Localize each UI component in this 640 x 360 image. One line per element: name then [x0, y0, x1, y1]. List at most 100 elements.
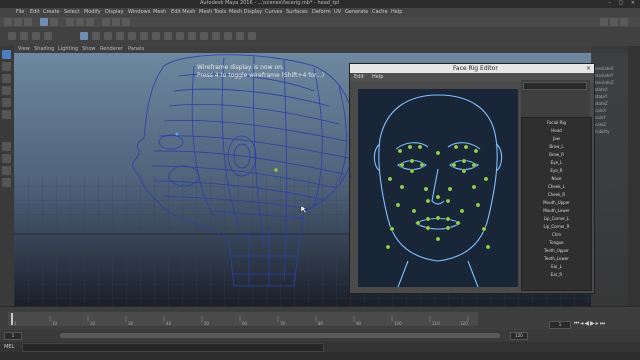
command-language-label[interactable]: MEL	[4, 344, 14, 350]
rig-control-point[interactable]	[455, 220, 461, 226]
shelf-tool-icon[interactable]	[32, 32, 40, 40]
control-list-item[interactable]: Teeth_Lower	[522, 256, 591, 261]
rig-control-point[interactable]	[397, 148, 403, 154]
shelf-tool-icon[interactable]	[92, 32, 100, 40]
rig-control-point[interactable]	[417, 144, 423, 150]
rig-control-point[interactable]	[435, 194, 441, 200]
rig-control-point[interactable]	[445, 198, 451, 204]
control-list-item[interactable]: Eye_R	[522, 168, 591, 173]
rig-control-point[interactable]	[461, 158, 467, 164]
rig-control-point[interactable]	[425, 216, 431, 222]
render-icon[interactable]	[102, 18, 110, 26]
shelf-tool-icon[interactable]	[176, 32, 184, 40]
attribute-editor-icon[interactable]	[600, 18, 608, 26]
rig-control-points[interactable]	[385, 144, 491, 250]
face-rig-menu-help[interactable]: Help	[372, 74, 383, 80]
rig-control-point[interactable]	[461, 168, 467, 174]
shelf-tool-icon[interactable]	[20, 32, 28, 40]
rig-control-point[interactable]	[385, 244, 391, 250]
menu-item-curves[interactable]: Curves	[265, 9, 282, 15]
rig-control-point[interactable]	[447, 186, 453, 192]
rig-control-point[interactable]	[475, 202, 481, 208]
rig-control-point[interactable]	[399, 162, 405, 168]
shelf-tool-icon[interactable]	[164, 32, 172, 40]
control-list-item[interactable]: Mouth_Lower	[522, 208, 591, 213]
rig-control-point[interactable]	[435, 236, 441, 242]
rig-control-point[interactable]	[485, 244, 491, 250]
snap-point-icon[interactable]	[86, 18, 94, 26]
graph-layout-icon[interactable]	[2, 178, 11, 187]
menu-item-mesh[interactable]: Mesh	[153, 9, 166, 15]
control-list-item[interactable]: Cheek_L	[522, 184, 591, 189]
shelf-tool-icon[interactable]	[44, 32, 52, 40]
control-list-item[interactable]: Teeth_Upper	[522, 248, 591, 253]
lasso-tool-icon[interactable]	[2, 62, 11, 71]
shelf-tool-icon[interactable]	[188, 32, 196, 40]
rig-control-point[interactable]	[411, 208, 417, 214]
rig-control-point[interactable]	[471, 162, 477, 168]
menu-item-mesh-tools[interactable]: Mesh Tools	[199, 9, 226, 15]
menu-item-edit-mesh[interactable]: Edit Mesh	[171, 9, 195, 15]
rig-control-point[interactable]	[445, 225, 451, 231]
rig-control-point[interactable]	[463, 144, 469, 150]
rig-control-point[interactable]	[175, 132, 179, 136]
control-list-item[interactable]: Tongue	[522, 240, 591, 245]
rig-control-point[interactable]	[389, 226, 395, 232]
end-frame-field[interactable]: 120	[510, 332, 528, 340]
menu-item-generate[interactable]: Generate	[345, 9, 368, 15]
shelf-tool-icon[interactable]	[140, 32, 148, 40]
rig-control-point[interactable]	[409, 158, 415, 164]
rig-control-point[interactable]	[415, 220, 421, 226]
scale-tool-icon[interactable]	[2, 110, 11, 119]
rig-control-point[interactable]	[435, 150, 441, 156]
snap-grid-icon[interactable]	[66, 18, 74, 26]
viewport-menu-panels[interactable]: Panels	[128, 46, 144, 52]
menu-item-cache[interactable]: Cache	[372, 9, 388, 15]
select-tool-icon[interactable]	[2, 50, 11, 59]
rig-control-point[interactable]	[435, 215, 441, 221]
render-settings-icon[interactable]	[122, 18, 130, 26]
rig-control-point[interactable]	[471, 184, 477, 190]
shelf-tool-icon[interactable]	[8, 32, 16, 40]
viewport-menu-lighting[interactable]: Lighting	[58, 46, 78, 52]
menu-item-mesh-display[interactable]: Mesh Display	[229, 9, 262, 15]
channel-row[interactable]: rotateY	[593, 94, 608, 99]
new-scene-icon[interactable]	[4, 18, 12, 26]
shelf-tool-icon[interactable]	[236, 32, 244, 40]
control-list-item[interactable]: Jaw	[522, 136, 591, 141]
menu-item-display[interactable]: Display	[105, 9, 123, 15]
start-frame-field[interactable]: 1	[4, 332, 22, 340]
shelf-tool-icon[interactable]	[104, 32, 112, 40]
select-mode-icon[interactable]	[40, 18, 48, 26]
go-to-end-icon[interactable]: ⏭	[600, 320, 606, 327]
control-list-item[interactable]: Facial Rig	[522, 120, 591, 125]
rig-control-point[interactable]	[387, 176, 393, 182]
component-mode-icon[interactable]	[50, 18, 58, 26]
side-tabs-strip[interactable]	[628, 46, 640, 306]
face-picker-canvas[interactable]	[358, 89, 518, 288]
playback-controls[interactable]: ⏮◂◀▶▸⏭	[574, 320, 638, 328]
rig-control-point[interactable]	[274, 168, 278, 172]
save-scene-icon[interactable]	[24, 18, 32, 26]
control-list-item[interactable]: Ear_L	[522, 264, 591, 269]
paint-select-icon[interactable]	[2, 74, 11, 83]
current-frame-field[interactable]: 1	[549, 321, 571, 329]
rig-control-point[interactable]	[419, 162, 425, 168]
face-rig-dropdown[interactable]	[523, 82, 587, 90]
time-ruler[interactable]: 1 10 20 30 40 50 60 70 80 90 100 110 120	[8, 312, 478, 326]
face-rig-menu-edit[interactable]: Edit	[354, 74, 364, 80]
command-input[interactable]	[22, 343, 324, 352]
window-controls[interactable]: – □ ×	[608, 0, 638, 6]
rig-control-point[interactable]	[399, 184, 405, 190]
control-list-item[interactable]: Lip_Corner_R	[522, 224, 591, 229]
rig-control-point[interactable]	[425, 225, 431, 231]
channel-row[interactable]: translateZ	[593, 80, 614, 85]
range-slider-bar[interactable]	[60, 333, 500, 338]
control-list-item[interactable]: Mouth_Upper	[522, 200, 591, 205]
ipr-render-icon[interactable]	[112, 18, 120, 26]
control-list-item[interactable]: Chin	[522, 232, 591, 237]
channel-row[interactable]: translateX	[593, 66, 614, 71]
snap-curve-icon[interactable]	[76, 18, 84, 26]
control-list-item[interactable]: Ear_R	[522, 272, 591, 277]
rig-control-point[interactable]	[451, 162, 457, 168]
